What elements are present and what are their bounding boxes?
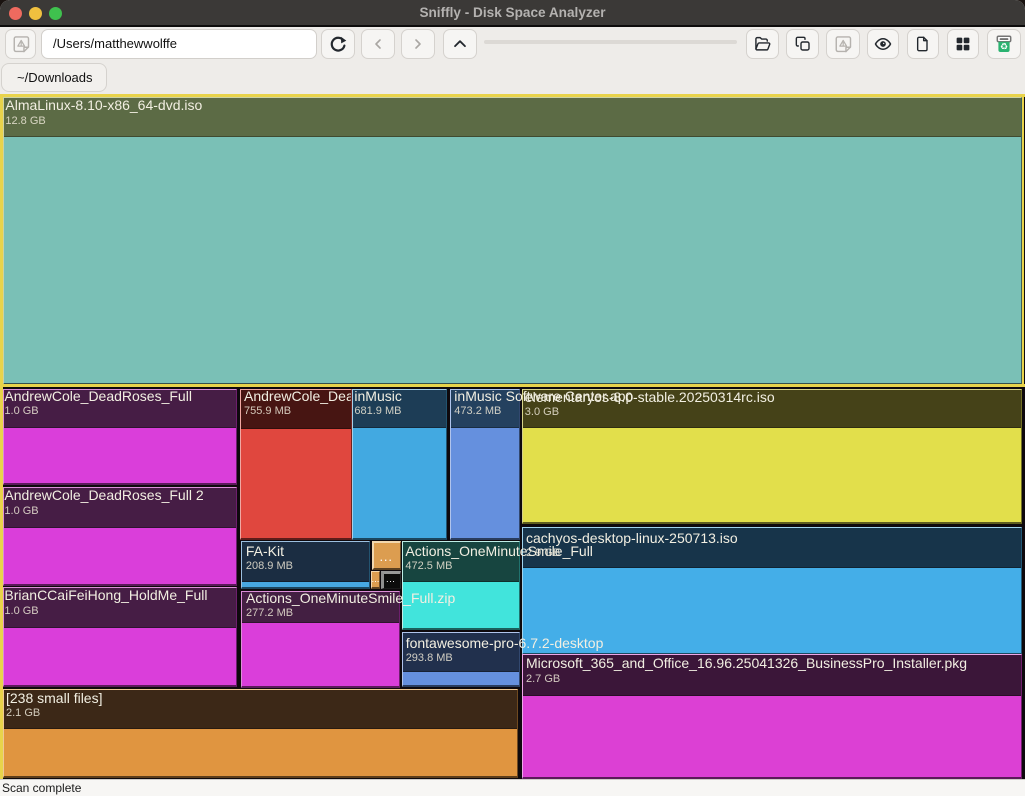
svg-text:♻: ♻ — [1000, 42, 1008, 52]
